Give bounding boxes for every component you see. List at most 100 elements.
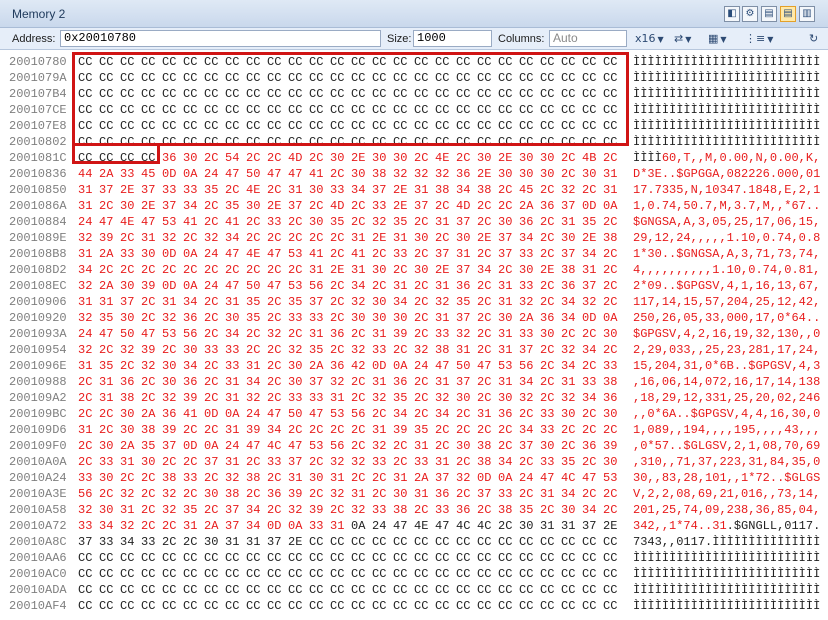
byte-cell[interactable]: 33 [372, 198, 393, 214]
byte-cell[interactable]: 2C [309, 486, 330, 502]
byte-cell[interactable]: 39 [141, 342, 162, 358]
byte-cell[interactable]: CC [246, 102, 267, 118]
byte-cell[interactable]: 2C [540, 214, 561, 230]
byte-cell[interactable]: 32 [582, 294, 603, 310]
byte-cell[interactable]: 2C [225, 262, 246, 278]
byte-cell[interactable]: 30 [582, 166, 603, 182]
byte-cell[interactable]: 2C [330, 310, 351, 326]
byte-cell[interactable]: 30 [372, 262, 393, 278]
byte-cell[interactable]: CC [120, 134, 141, 150]
byte-cell[interactable]: CC [141, 566, 162, 582]
byte-cell[interactable]: 35 [246, 294, 267, 310]
byte-cell[interactable]: 2C [477, 374, 498, 390]
byte-cell[interactable]: CC [372, 134, 393, 150]
byte-cell[interactable]: CC [519, 598, 540, 614]
byte-cell[interactable]: 35 [183, 502, 204, 518]
byte-cell[interactable]: 24 [414, 358, 435, 374]
memory-row[interactable]: 20010836 44 2A 33 45 0D 0A 24 47 50 47 47 41 2C 30 38 32… [0, 166, 828, 182]
byte-cell[interactable]: 50 [288, 406, 309, 422]
byte-cell[interactable]: 34 [561, 310, 582, 326]
byte-cell[interactable]: 2C [498, 438, 519, 454]
byte-cell[interactable]: CC [477, 54, 498, 70]
byte-cell[interactable]: 24 [204, 246, 225, 262]
byte-cell[interactable]: 2C [99, 406, 120, 422]
row-bytes[interactable]: 33 30 2C 2C 38 33 2C 32 38 2C 31 30 31 2C 2C 31 2A 37 32 0D… [78, 470, 624, 486]
byte-cell[interactable]: 2C [351, 390, 372, 406]
byte-cell[interactable]: 0A [183, 246, 204, 262]
byte-cell[interactable]: 2C [267, 374, 288, 390]
byte-cell[interactable]: CC [372, 86, 393, 102]
byte-cell[interactable]: CC [540, 550, 561, 566]
byte-cell[interactable]: 35 [456, 294, 477, 310]
byte-cell[interactable]: CC [456, 598, 477, 614]
byte-cell[interactable]: 2C [204, 294, 225, 310]
byte-cell[interactable]: CC [582, 598, 603, 614]
byte-cell[interactable]: 36 [456, 278, 477, 294]
byte-cell[interactable]: 2C [267, 150, 288, 166]
byte-cell[interactable]: 30 [561, 406, 582, 422]
byte-cell[interactable]: 33 [204, 342, 225, 358]
byte-cell[interactable]: 2C [393, 262, 414, 278]
byte-cell[interactable]: 32 [561, 182, 582, 198]
byte-cell[interactable]: 45 [141, 166, 162, 182]
byte-cell[interactable]: 32 [351, 294, 372, 310]
byte-cell[interactable]: CC [561, 118, 582, 134]
byte-cell[interactable]: 33 [162, 182, 183, 198]
byte-cell[interactable]: 2C [414, 502, 435, 518]
byte-cell[interactable]: CC [267, 86, 288, 102]
byte-cell[interactable]: 2C [540, 358, 561, 374]
byte-cell[interactable]: CC [225, 54, 246, 70]
byte-cell[interactable]: 2C [99, 422, 120, 438]
byte-cell[interactable]: 2C [414, 150, 435, 166]
byte-cell[interactable]: CC [456, 70, 477, 86]
byte-cell[interactable]: 2C [414, 294, 435, 310]
byte-cell[interactable]: 33 [225, 358, 246, 374]
byte-cell[interactable]: 2C [351, 326, 372, 342]
byte-cell[interactable]: 4C [561, 470, 582, 486]
byte-cell[interactable]: 2C [582, 486, 603, 502]
byte-cell[interactable]: 2C [414, 214, 435, 230]
byte-cell[interactable]: 56 [330, 438, 351, 454]
byte-cell[interactable]: 31 [414, 438, 435, 454]
byte-cell[interactable]: 2C [330, 342, 351, 358]
byte-cell[interactable]: CC [309, 54, 330, 70]
byte-cell[interactable]: 2C [246, 214, 267, 230]
memory-row[interactable]: 200109A2 2C 31 38 2C 32 39 2C 31 32 2C 33 33 31 2C 32 35… [0, 390, 828, 406]
endianness-icon[interactable]: ⇄ ▼ [674, 31, 691, 47]
byte-cell[interactable]: 24 [372, 518, 393, 534]
byte-cell[interactable]: 0D [183, 438, 204, 454]
byte-cell[interactable]: 2E [120, 182, 141, 198]
byte-cell[interactable]: 32 [162, 310, 183, 326]
byte-cell[interactable]: 0A [183, 166, 204, 182]
byte-cell[interactable]: 39 [393, 422, 414, 438]
byte-cell[interactable]: 0D [162, 278, 183, 294]
byte-cell[interactable]: 4C [456, 518, 477, 534]
byte-cell[interactable]: 37 [519, 342, 540, 358]
memory-row[interactable]: 200107E8 CC CC CC CC CC CC CC CC CC CC CC CC CC CC CC CC… [0, 118, 828, 134]
byte-cell[interactable]: 2C [162, 454, 183, 470]
byte-cell[interactable]: 37 [561, 246, 582, 262]
byte-cell[interactable]: CC [393, 70, 414, 86]
byte-cell[interactable]: 34 [183, 294, 204, 310]
byte-cell[interactable]: 33 [225, 342, 246, 358]
byte-cell[interactable]: 2C [477, 390, 498, 406]
byte-cell[interactable]: 2C [288, 262, 309, 278]
byte-cell[interactable]: CC [540, 70, 561, 86]
byte-cell[interactable]: 34 [498, 454, 519, 470]
byte-cell[interactable]: 42 [351, 358, 372, 374]
byte-cell[interactable]: 47 [267, 278, 288, 294]
byte-cell[interactable]: CC [204, 86, 225, 102]
byte-cell[interactable]: CC [498, 70, 519, 86]
byte-cell[interactable]: CC [204, 102, 225, 118]
byte-cell[interactable]: 31 [435, 278, 456, 294]
byte-cell[interactable]: CC [225, 550, 246, 566]
byte-cell[interactable]: 36 [582, 438, 603, 454]
byte-cell[interactable]: CC [477, 566, 498, 582]
byte-cell[interactable]: 31 [414, 486, 435, 502]
byte-cell[interactable]: 37 [162, 198, 183, 214]
byte-cell[interactable]: CC [267, 70, 288, 86]
memory-row[interactable]: 2001093A 24 47 50 47 53 56 2C 34 2C 32 2C 31 36 2C 31 39… [0, 326, 828, 342]
byte-cell[interactable]: 31 [330, 518, 351, 534]
byte-cell[interactable]: 2C [99, 198, 120, 214]
byte-cell[interactable]: CC [288, 566, 309, 582]
